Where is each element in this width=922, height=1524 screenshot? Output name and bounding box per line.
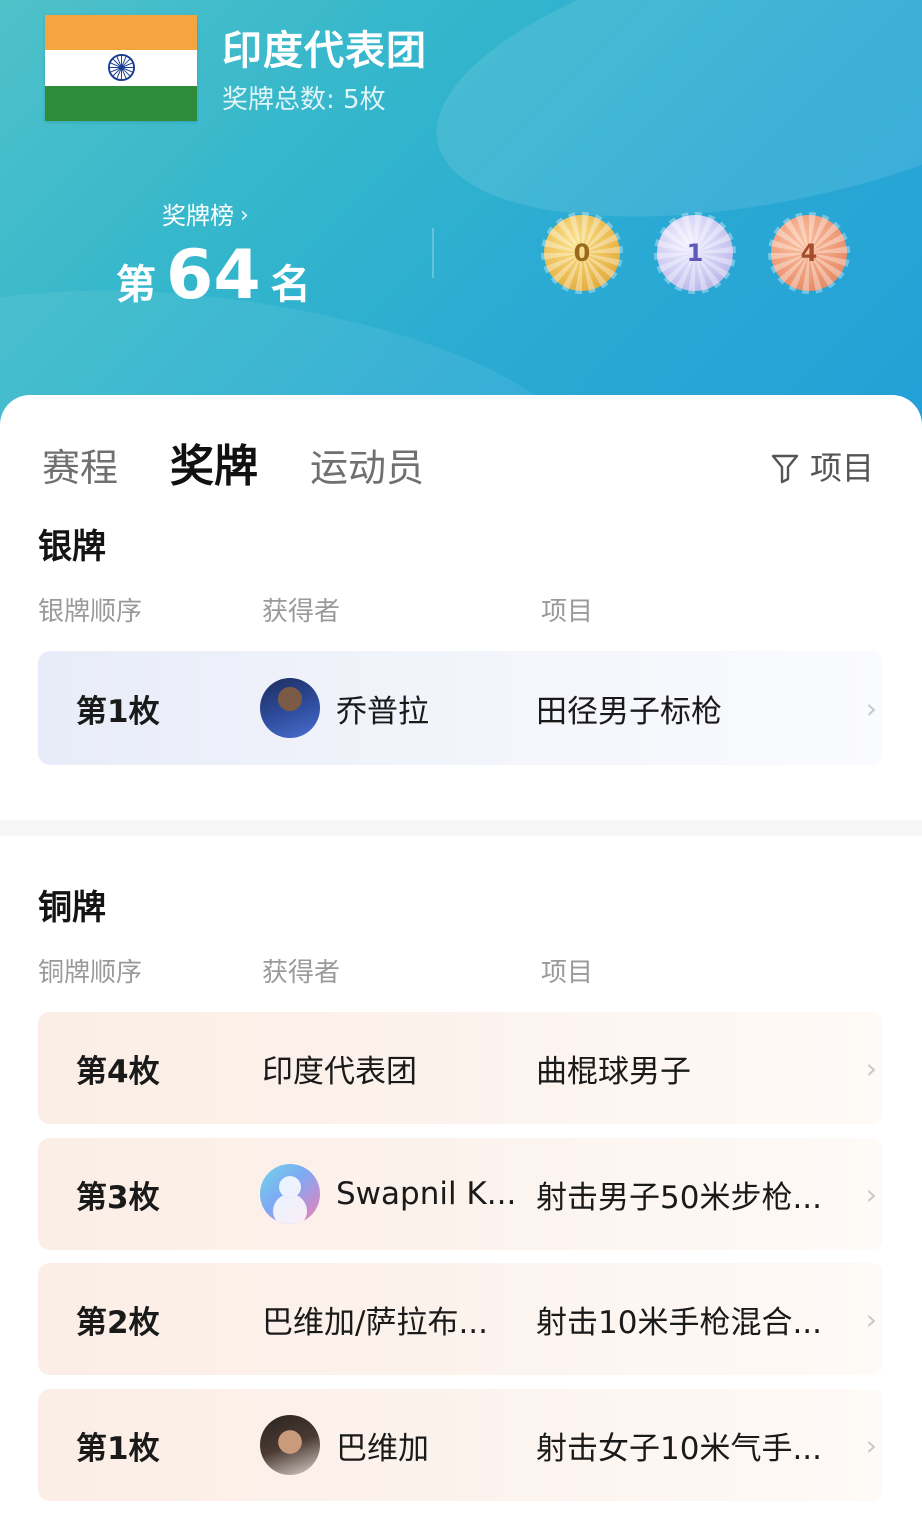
tab-athletes[interactable]: 运动员 [310, 443, 424, 493]
medal-row[interactable]: 第3枚 Swapnil K... 射击男子50米步枪... › [38, 1138, 883, 1250]
avatar [260, 1415, 320, 1475]
event-name: 曲棍球男子 [536, 1053, 691, 1090]
tab-medals[interactable]: 奖牌 [170, 442, 258, 492]
col-head-order: 银牌顺序 [38, 597, 143, 627]
medal-order: 第1枚 [76, 693, 160, 730]
event-name: 射击女子10米气手... [536, 1430, 823, 1467]
medal-order: 第3枚 [76, 1179, 160, 1216]
gold-medal-icon: 0 [541, 212, 623, 294]
filter-label: 项目 [809, 449, 874, 487]
winner-name: 巴维加 [336, 1430, 429, 1467]
silver-count: 1 [686, 239, 704, 267]
chevron-right-icon: › [865, 1051, 877, 1085]
medal-order: 第2枚 [76, 1304, 160, 1341]
col-head-order: 铜牌顺序 [38, 958, 143, 988]
medal-row[interactable]: 第1枚 巴维加 射击女子10米气手... › [38, 1389, 883, 1501]
col-head-event: 项目 [541, 597, 594, 627]
tab-bar: 赛程 奖牌 运动员 [42, 442, 476, 493]
tab-schedule[interactable]: 赛程 [42, 443, 118, 493]
filter-icon [771, 454, 799, 484]
divider [432, 228, 434, 278]
filter-button[interactable]: 项目 [770, 448, 874, 488]
winner-name: Swapnil K... [336, 1176, 517, 1212]
winner-name: 印度代表团 [262, 1053, 417, 1090]
silver-section-title: 银牌 [38, 527, 106, 567]
chevron-right-icon: › [865, 1428, 877, 1462]
india-flag-icon [45, 15, 197, 121]
section-divider [0, 820, 922, 836]
ashoka-chakra-icon [107, 54, 136, 82]
avatar [260, 678, 320, 738]
silver-medal-icon: 1 [654, 212, 736, 294]
avatar [260, 1164, 320, 1224]
rank-prefix: 第 [116, 262, 156, 308]
rank-number: 64 [166, 236, 261, 315]
chevron-right-icon: › [865, 1302, 877, 1336]
rank-suffix: 名 [270, 262, 311, 308]
medal-table-link[interactable]: 奖牌榜 › [162, 200, 249, 232]
event-name: 射击男子50米步枪... [536, 1179, 823, 1216]
medal-order: 第4枚 [76, 1053, 160, 1090]
winner: 乔普拉 [260, 678, 429, 738]
medal-row[interactable]: 第4枚 印度代表团 曲棍球男子 › [38, 1012, 883, 1124]
rank-value: 第 64 名 [116, 238, 311, 323]
medal-table-label: 奖牌榜 [162, 202, 234, 230]
col-head-winner: 获得者 [262, 597, 341, 627]
bronze-medal-icon: 4 [768, 212, 850, 294]
chevron-right-icon: › [865, 691, 877, 725]
winner: Swapnil K... [260, 1164, 516, 1224]
winner-name: 巴维加/萨拉布... [262, 1304, 489, 1341]
chevron-right-icon: › [240, 203, 249, 228]
medal-row[interactable]: 第1枚 乔普拉 田径男子标枪 › [38, 651, 883, 765]
event-name: 田径男子标枪 [536, 693, 722, 730]
medal-order: 第1枚 [76, 1430, 160, 1467]
medal-row[interactable]: 第2枚 巴维加/萨拉布... 射击10米手枪混合... › [38, 1263, 883, 1375]
chevron-right-icon: › [865, 1177, 877, 1211]
winner: 巴维加/萨拉布... [262, 1297, 488, 1342]
bronze-count: 4 [800, 239, 818, 267]
gold-count: 0 [573, 239, 591, 267]
winner: 印度代表团 [262, 1046, 417, 1091]
team-name: 印度代表团 [222, 28, 427, 74]
winner-name: 乔普拉 [336, 693, 429, 730]
event-name: 射击10米手枪混合... [536, 1304, 823, 1341]
winner: 巴维加 [260, 1415, 429, 1475]
team-header: 印度代表团 奖牌总数: 5枚 奖牌榜 › 第 64 名 0 1 4 [0, 0, 922, 440]
bronze-section-title: 铜牌 [38, 888, 106, 928]
col-head-event: 项目 [541, 958, 594, 988]
col-head-winner: 获得者 [262, 958, 341, 988]
medal-total: 奖牌总数: 5枚 [222, 85, 386, 115]
